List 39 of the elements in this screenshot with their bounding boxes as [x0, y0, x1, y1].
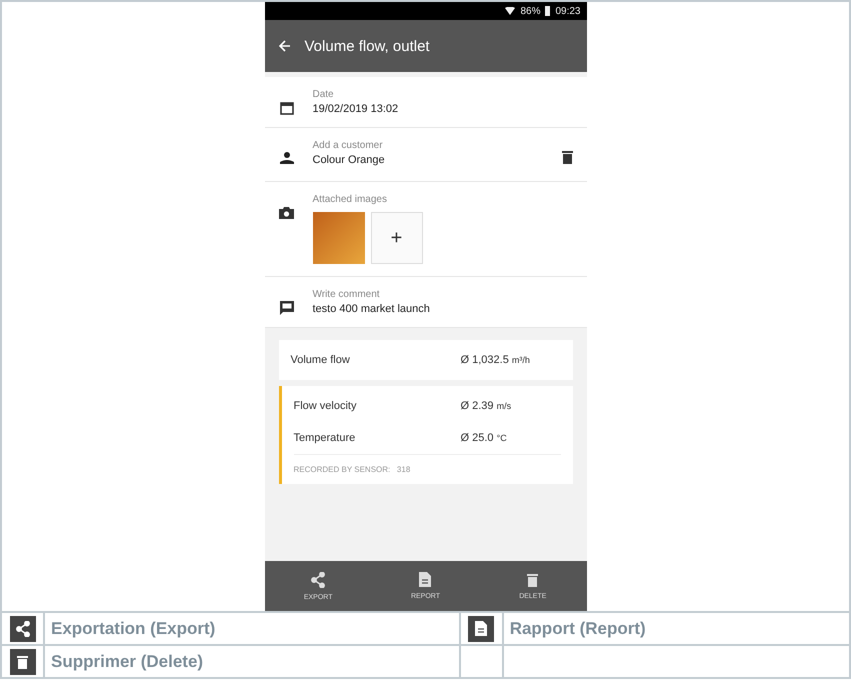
add-image-button[interactable]: + — [370, 212, 422, 264]
measurement-value: Ø 25.0 °C — [460, 432, 508, 444]
calendar-icon — [280, 101, 294, 115]
measurement-value: Ø 1,032.5 m³/h — [460, 354, 531, 366]
wifi-icon — [505, 7, 516, 15]
field-label: Write comment — [312, 289, 381, 300]
legend-label: Exportation (Export) — [51, 618, 216, 638]
measurement-name: Temperature — [294, 432, 356, 444]
share-icon — [311, 572, 326, 588]
screen-title: Volume flow, outlet — [304, 38, 430, 54]
document-icon — [419, 572, 432, 587]
field-value: Colour Orange — [312, 154, 386, 166]
measurement-name: Volume flow — [290, 354, 351, 366]
sensor-note: RECORDED BY SENSOR: 318 — [294, 454, 560, 480]
field-label: Date — [312, 89, 335, 100]
clock-time: 09:23 — [555, 6, 580, 16]
document-icon — [475, 621, 488, 636]
back-arrow-icon[interactable] — [278, 40, 290, 52]
measurement-name: Flow velocity — [294, 400, 358, 412]
trash-icon — [527, 572, 538, 586]
field-value: testo 400 market launch — [312, 303, 431, 315]
legend-label: Rapport (Report) — [510, 618, 646, 638]
measurement-value: Ø 2.39 m/s — [460, 400, 512, 412]
legend-label: Supprimer (Delete) — [51, 652, 204, 670]
share-icon — [16, 620, 30, 636]
trash-icon — [562, 150, 572, 164]
field-label: Add a customer — [312, 140, 384, 151]
trash-icon — [17, 654, 28, 668]
detail-item[interactable]: Add a customer Colour Orange — [264, 128, 586, 182]
battery-level: 86% — [520, 6, 540, 16]
detail-item[interactable]: Write comment testo 400 market launch — [264, 277, 586, 328]
detail-item[interactable]: Date 19/02/2019 13:02 — [264, 77, 586, 128]
field-label: Attached images — [312, 194, 388, 205]
field-value: 19/02/2019 13:02 — [312, 103, 400, 115]
camera-icon — [279, 206, 294, 219]
person-icon — [280, 152, 294, 164]
detail-item[interactable]: Attached images + — [264, 182, 586, 277]
comment-icon — [280, 301, 294, 315]
battery-icon — [545, 6, 550, 16]
